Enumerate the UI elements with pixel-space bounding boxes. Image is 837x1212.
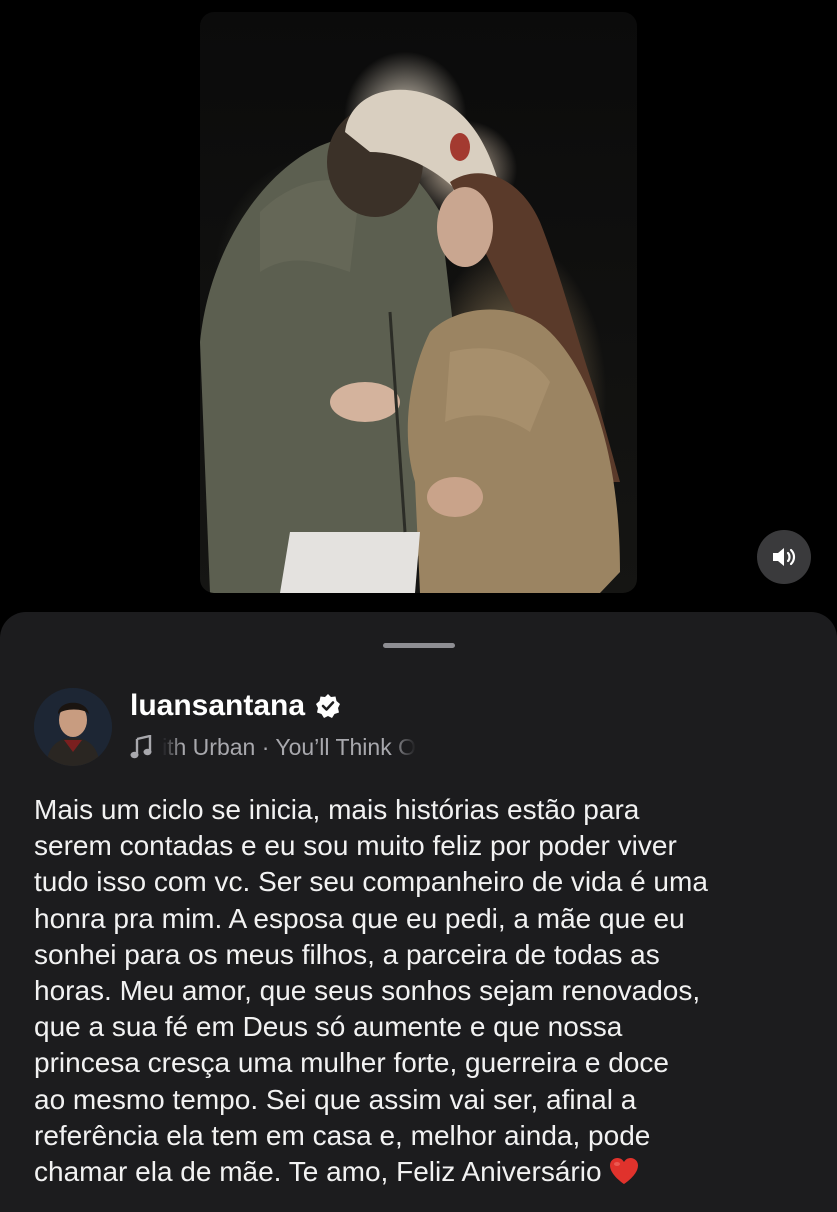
- music-note-icon: [130, 735, 152, 759]
- post-caption: Mais um ciclo se inicia, mais histórias …: [34, 792, 810, 1190]
- profile-photo: [34, 688, 112, 766]
- caption-last-line: chamar ela de mãe. Te amo, Feliz Anivers…: [34, 1154, 810, 1190]
- avatar[interactable]: [34, 688, 112, 766]
- caption-line: Mais um ciclo se inicia, mais histórias …: [34, 794, 640, 825]
- caption-line: referência ela tem em casa e, melhor ain…: [34, 1119, 651, 1151]
- caption-line: tudo isso com vc. Ser seu companheiro de…: [34, 866, 708, 898]
- caption-line: horas. Meu amor, que seus sonhos sejam r…: [34, 975, 701, 1007]
- couple-photo: [200, 89, 620, 593]
- speaker-icon: [773, 548, 796, 566]
- caption-line: sonhei para os meus filhos, a parceira d…: [34, 938, 660, 970]
- music-track-label: ith Urban · You’ll Think O: [162, 733, 416, 760]
- sheet-grabber[interactable]: [383, 643, 455, 648]
- red-heart-icon: [609, 1158, 638, 1185]
- post-video[interactable]: [200, 12, 637, 593]
- caption-line: ao mesmo tempo. Sei que assim vai ser, a…: [34, 1083, 637, 1115]
- caption-line: honra pra mim. A esposa que eu pedi, a m…: [34, 902, 685, 934]
- mute-toggle-button[interactable]: [757, 530, 811, 584]
- caption-line: princesa cresça uma mulher forte, guerre…: [34, 1047, 669, 1079]
- verified-badge-icon: [316, 694, 341, 718]
- caption-sheet: luansantana ith Urban · You’ll Think O M…: [0, 612, 837, 1212]
- username[interactable]: luansantana: [130, 689, 305, 723]
- caption-line: serem contadas e eu sou muito feliz por …: [34, 830, 677, 862]
- author-row[interactable]: luansantana: [130, 686, 341, 726]
- caption-line: que a sua fé em Deus só aumente e que no…: [34, 1011, 623, 1043]
- music-attribution[interactable]: ith Urban · You’ll Think O: [130, 730, 475, 764]
- caption-line: chamar ela de mãe. Te amo, Feliz Anivers…: [34, 1156, 602, 1188]
